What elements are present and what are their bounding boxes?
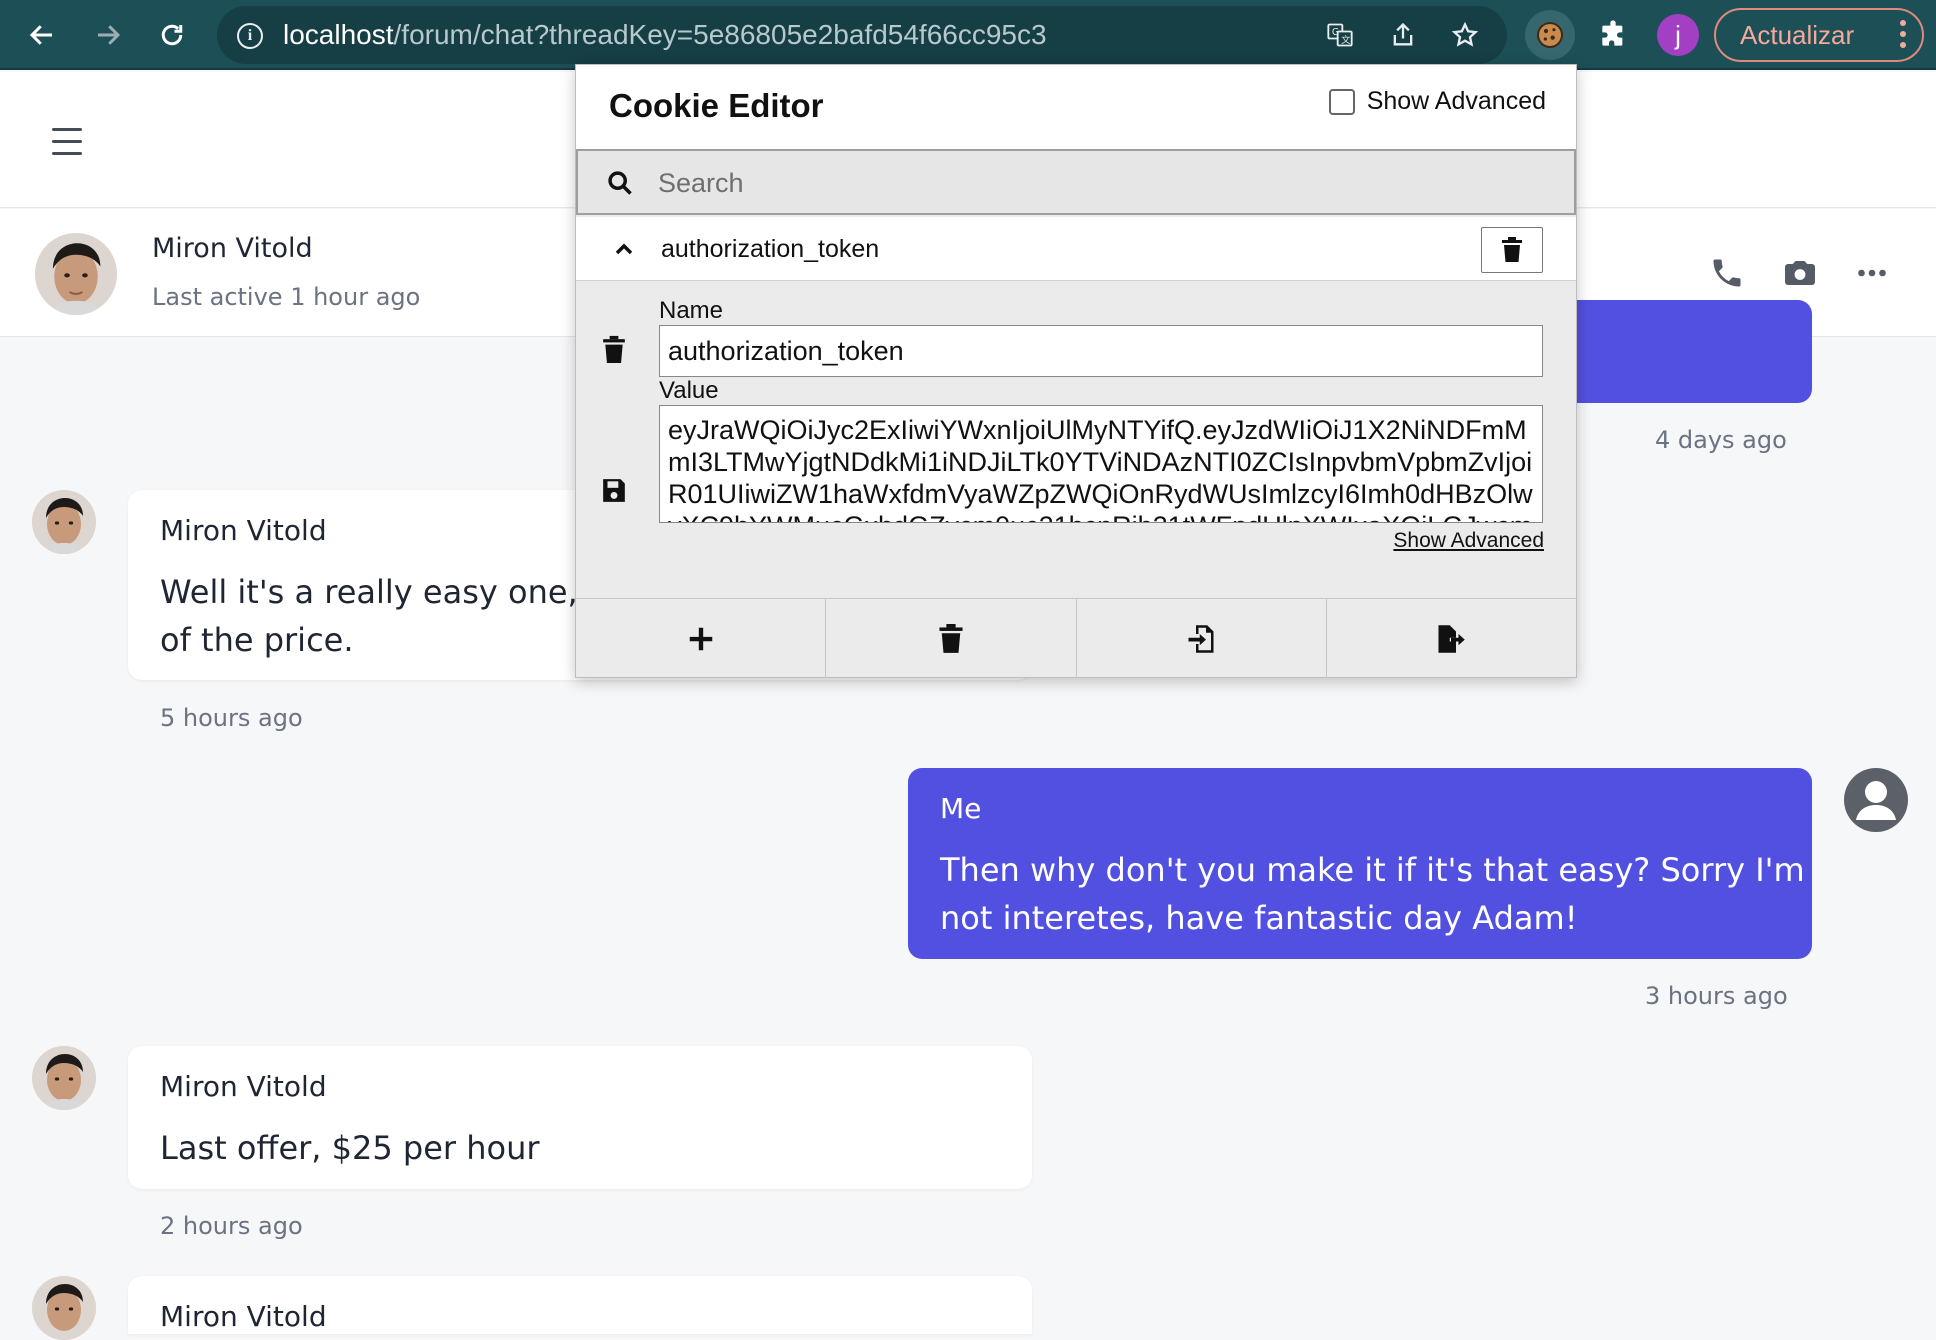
trash-icon[interactable] (601, 335, 627, 365)
sender-avatar[interactable] (32, 1046, 96, 1110)
import-button[interactable] (1077, 599, 1327, 678)
more-vertical-icon (1900, 20, 1906, 48)
extensions-button[interactable] (1588, 10, 1638, 60)
message-bubble-outgoing: Me Then why don't you make it if it's th… (908, 768, 1812, 959)
contact-avatar[interactable] (35, 233, 117, 315)
last-active-status: Last active 1 hour ago (152, 283, 421, 311)
save-icon[interactable] (601, 475, 627, 505)
message-author: Miron Vitold (160, 1300, 327, 1333)
chevron-up-icon[interactable] (612, 239, 636, 259)
message-bubble-incoming: Miron Vitold Last offer, $25 per hour (128, 1046, 1032, 1189)
message-text: Well it's a really easy one, I'm of the … (160, 573, 637, 659)
cookie-editor-popup: Cookie Editor Show Advanced authorizatio… (575, 64, 1577, 678)
my-avatar[interactable] (1844, 768, 1908, 832)
delete-all-button[interactable] (826, 599, 1077, 678)
star-icon (1451, 21, 1479, 47)
camera-icon (1785, 261, 1815, 285)
browser-toolbar: i localhost/forum/chat?threadKey=5e86805… (0, 0, 1936, 70)
trash-icon (1502, 237, 1522, 262)
import-icon (1188, 624, 1214, 653)
trash-icon (939, 623, 963, 653)
plus-icon (689, 627, 712, 650)
cookie-editor-extension-button[interactable] (1525, 10, 1575, 60)
show-advanced-checkbox[interactable] (1328, 88, 1355, 115)
cookie-icon (1537, 22, 1563, 48)
svg-text:G: G (1332, 27, 1339, 38)
export-button[interactable] (1327, 599, 1576, 678)
cookie-name-input[interactable] (659, 325, 1543, 377)
reload-button[interactable] (150, 13, 194, 57)
popup-footer-actions (576, 598, 1576, 678)
share-button[interactable] (1386, 18, 1420, 52)
arrow-right-icon (98, 25, 121, 45)
address-bar[interactable]: i localhost/forum/chat?threadKey=5e86805… (217, 6, 1507, 64)
export-icon (1438, 624, 1466, 653)
delete-cookie-button[interactable] (1481, 227, 1543, 273)
svg-text:文: 文 (1341, 34, 1350, 46)
update-button[interactable]: Actualizar (1714, 8, 1924, 62)
contact-name: Miron Vitold (152, 233, 313, 264)
more-dots-icon (1858, 269, 1886, 277)
translate-button[interactable]: G文 (1323, 18, 1357, 52)
share-icon (1393, 22, 1413, 46)
url-text[interactable]: localhost/forum/chat?threadKey=5e86805e2… (283, 19, 1047, 51)
popup-header: Cookie Editor Show Advanced (576, 65, 1576, 149)
translate-icon: G文 (1327, 23, 1353, 47)
search-icon (608, 171, 632, 195)
call-button[interactable] (1707, 253, 1747, 293)
site-info-icon[interactable]: i (237, 23, 263, 49)
message-author: Me (940, 792, 982, 825)
forward-button[interactable] (86, 13, 130, 57)
menu-icon[interactable] (52, 128, 82, 164)
cookie-list-item[interactable]: authorization_token (576, 217, 1576, 281)
show-advanced-toggle[interactable]: Show Advanced (1328, 87, 1546, 116)
back-button[interactable] (20, 13, 64, 57)
puzzle-icon (1602, 20, 1623, 46)
message-time: 3 hours ago (1645, 982, 1788, 1010)
cookie-value-textarea[interactable]: eyJraWQiOiJyc2ExIiwiYWxnIjoiUlMyNTYifQ.e… (659, 405, 1543, 523)
message-author: Miron Vitold (160, 1070, 327, 1103)
popup-title: Cookie Editor (609, 87, 824, 124)
bookmark-button[interactable] (1448, 18, 1482, 52)
more-options-button[interactable] (1852, 253, 1892, 293)
message-author: Miron Vitold (160, 514, 327, 547)
reload-icon (161, 24, 183, 46)
add-cookie-button[interactable] (576, 599, 827, 678)
search-input[interactable] (658, 163, 1538, 203)
message-text: Last offer, $25 per hour (160, 1129, 540, 1167)
user-icon (1856, 781, 1896, 820)
message-time: 5 hours ago (160, 704, 303, 732)
search-bar (576, 149, 1576, 215)
value-label: Value (659, 377, 719, 404)
name-label: Name (659, 297, 724, 324)
show-advanced-label: Show Advanced (1366, 87, 1546, 115)
cookie-name-label: authorization_token (661, 235, 880, 263)
message-time: 4 days ago (1655, 426, 1787, 454)
sender-avatar[interactable] (32, 1276, 96, 1340)
message-text: Then why don't you make it if it's that … (940, 851, 1805, 937)
camera-button[interactable] (1780, 253, 1820, 293)
arrow-left-icon (29, 25, 52, 45)
profile-avatar[interactable]: j (1657, 14, 1699, 56)
update-label: Actualizar (1740, 19, 1855, 50)
sender-avatar[interactable] (32, 490, 96, 554)
phone-icon (1713, 259, 1741, 287)
show-advanced-link[interactable]: Show Advanced (1393, 529, 1544, 553)
message-time: 2 hours ago (160, 1212, 303, 1240)
message-bubble-incoming: Miron Vitold (128, 1276, 1032, 1334)
